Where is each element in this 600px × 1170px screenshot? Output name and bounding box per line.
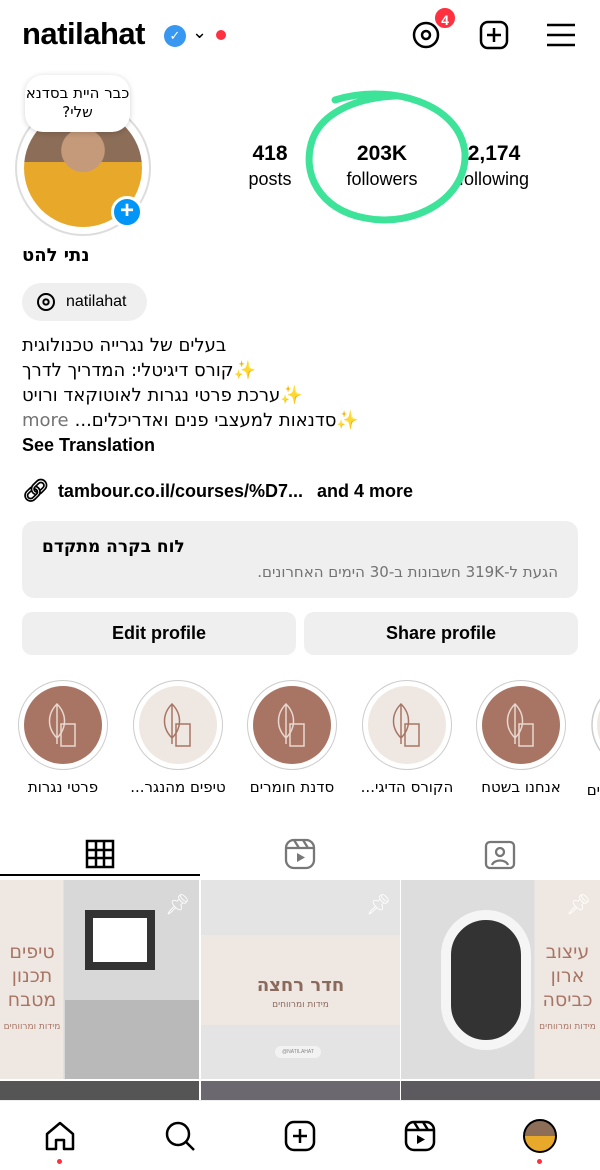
highlight-cover [368,686,446,764]
menu-button[interactable] [543,17,579,53]
edit-profile-button[interactable]: Edit profile [22,612,296,655]
highlight-ring [591,698,600,752]
tagged-icon [484,840,516,870]
nav-reels[interactable] [400,1118,440,1154]
plus-square-icon [284,1120,316,1152]
bio-line: ✨קורס דיגיטלי: המדריך לדרך [22,360,256,381]
highlight-label: טיפים מהנגר... [130,778,226,796]
link-icon: 🔗︎ [22,478,50,503]
search-icon [165,1121,195,1151]
tab-grid[interactable] [0,832,200,876]
home-notification-dot [57,1159,62,1164]
post-thumbnail[interactable] [401,1081,600,1100]
dashboard-title: לוח בקרה מתקדם [42,537,185,557]
post-thumbnail[interactable] [201,1081,400,1100]
post-title: טיפים תכנון מטבח [7,941,57,1011]
profile-notification-dot [537,1159,542,1164]
highlight-label: ים [586,781,600,799]
story-highlight[interactable]: ים [581,680,600,799]
chevron-down-icon[interactable]: ⌄ [192,22,207,43]
dashboard-subtitle: הגעת ל-319K חשבונות ב-30 הימים האחרונים. [257,563,558,581]
active-tab-indicator [0,874,200,876]
leaf-logo-icon [277,702,305,747]
threads-profile-chip[interactable]: natilahat [22,283,147,321]
post-subtitle: מידות ומרווחים [539,1022,596,1032]
nav-profile[interactable] [520,1118,560,1154]
bio-line: ✨סדנאות למעצבי פנים ואדריכלים... [74,410,359,431]
create-button[interactable] [476,17,512,53]
bio: בעלים של נגרייה טכנולוגית ✨קורס דיגיטלי:… [22,333,382,458]
story-highlight[interactable]: הקורס הדיגי... [352,680,462,796]
leaf-logo-icon [392,702,420,747]
leaf-logo-icon [163,702,191,747]
leaf-logo-icon [506,702,534,747]
highlight-label: פרטי נגרות [27,778,99,796]
highlight-ring [362,680,452,770]
highlight-ring [133,680,223,770]
nav-home[interactable] [40,1118,80,1154]
home-icon [45,1121,75,1151]
kitchen-window [85,910,155,970]
plus-square-icon [479,20,509,50]
link-url[interactable]: tambour.co.il/courses/%D7... [58,481,303,502]
professional-dashboard[interactable]: לוח בקרה מתקדם הגעת ל-319K חשבונות ב-30 ה… [22,521,578,598]
highlight-cover [482,686,560,764]
annotation-circle [305,90,469,224]
threads-icon [37,293,55,311]
nav-search[interactable] [160,1118,200,1154]
post-title: עיצוב ארון כביסה [542,941,593,1011]
username-switcher[interactable]: natilahat [22,16,145,52]
notification-dot [216,30,226,40]
post-tag: @NATILAHAT [275,1046,321,1058]
bio-line: ✨ערכת פרטי נגרות לאוטוקאד ורויט [22,385,303,406]
pin-icon: 📌︎ [366,894,392,916]
story-highlight[interactable]: טיפים מהנגר... [123,680,233,796]
link-more[interactable]: and 4 more [317,481,413,502]
reels-icon [404,1120,436,1152]
story-highlight[interactable]: סדנת חומרים [237,680,347,796]
threads-badge: 4 [433,6,457,30]
highlight-ring [18,680,108,770]
post-subtitle: מידות ומרווחים [3,1022,61,1032]
hamburger-icon [547,23,575,47]
tab-tagged[interactable] [400,832,600,876]
highlight-ring [476,680,566,770]
leaf-logo-icon [48,702,76,747]
post-thumbnail[interactable]: עיצוב ארון כביסה מידות ומרווחים 📌︎ [401,880,600,1079]
kitchen-cabinet [65,1000,199,1079]
highlight-cover [139,686,217,764]
highlight-cover [24,686,102,764]
verified-icon: ✓ [164,25,186,47]
bio-line: בעלים של נגרייה טכנולוגית [22,335,227,356]
pin-icon: 📌︎ [566,894,592,916]
profile-avatar-small [523,1119,557,1153]
pin-icon: 📌︎ [165,894,191,916]
highlight-label: אנחנו בשטח [481,778,561,796]
story-highlight[interactable]: פרטי נגרות [8,680,118,796]
post-subtitle: מידות ומרווחים [272,1000,329,1010]
nav-create[interactable] [280,1118,320,1154]
highlight-label: סדנת חומרים [249,778,335,796]
threads-handle: natilahat [66,293,127,310]
story-highlight[interactable]: אנחנו בשטח [466,680,576,796]
bio-link[interactable]: 🔗︎ tambour.co.il/courses/%D7... and 4 more [22,478,413,504]
post-thumbnail[interactable]: טיפים תכנון מטבח מידות ומרווחים 📌︎ [0,880,199,1079]
bio-more-link[interactable]: more [22,408,69,433]
display-name: נתי להט [22,245,90,266]
post-thumbnail[interactable] [0,1081,199,1100]
highlight-cover [253,686,331,764]
add-story-button[interactable]: + [111,196,143,228]
washing-machine [441,910,531,1050]
reels-icon [284,838,316,870]
highlight-label: הקורס הדיגי... [360,778,454,796]
highlight-ring [247,680,337,770]
grid-icon [85,839,115,869]
share-profile-button[interactable]: Share profile [304,612,578,655]
note-bubble[interactable]: כבר היית בסדנא שלי? [25,75,130,132]
see-translation-link[interactable]: See Translation [22,433,382,458]
post-title: חדר רחצה [256,975,345,996]
tab-reels[interactable] [200,832,400,876]
post-thumbnail[interactable]: חדר רחצה מידות ומרווחים @NATILAHAT 📌︎ [201,880,400,1079]
